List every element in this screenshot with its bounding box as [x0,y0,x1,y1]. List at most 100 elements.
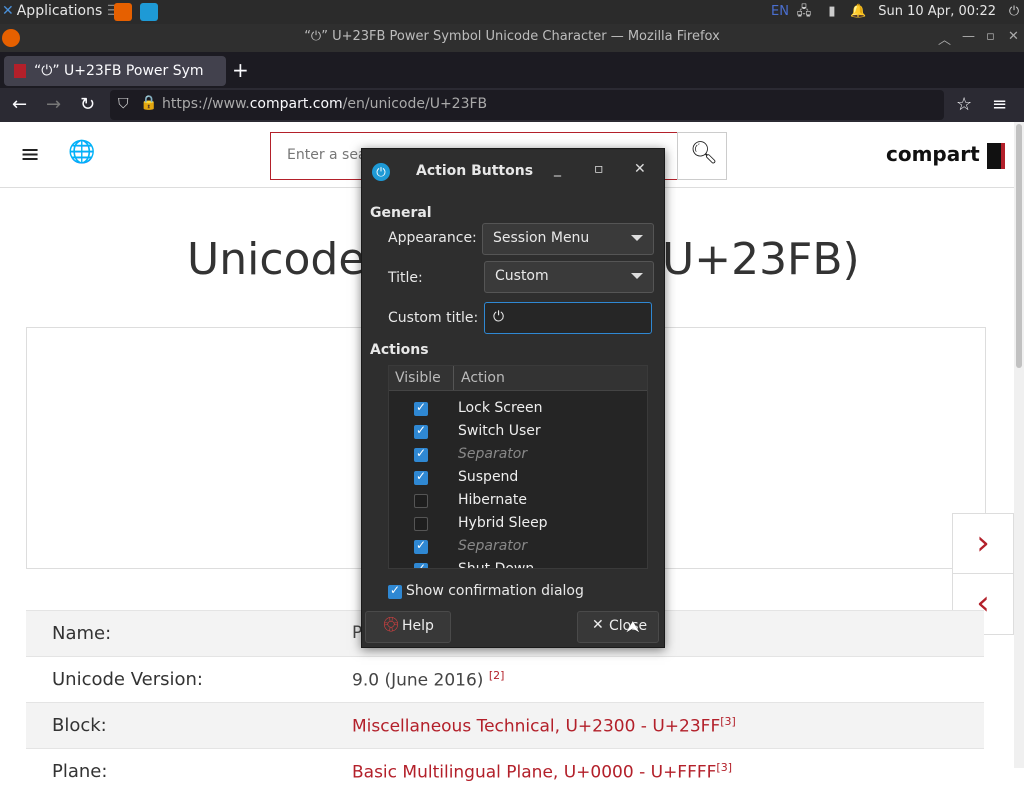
battery-icon[interactable]: ▮ [824,4,840,20]
action-item[interactable]: Hibernate [458,492,527,508]
appearance-label: Appearance: [388,230,477,246]
action-item[interactable]: Separator [458,538,527,554]
info-key: Plane: [52,761,108,782]
action-item[interactable]: Switch User [458,423,541,439]
column-action[interactable]: Action [461,370,505,386]
actions-list[interactable]: Visible Action Lock Screen Switch User Sep… [388,365,648,569]
tab-favicon-icon [14,64,26,78]
column-visible[interactable]: Visible [395,370,441,386]
actions-section-label: Actions [370,342,429,358]
search-icon: 🔍︎ [690,141,718,166]
visible-checkbox[interactable] [414,517,428,531]
info-key: Block: [52,715,107,736]
chevron-down-icon [631,235,643,241]
page-scrollbar-thumb[interactable] [1016,124,1022,368]
network-icon[interactable]: 🖧 [796,4,812,20]
firefox-launcher-icon[interactable] [114,3,132,21]
compart-logo[interactable]: compart [886,142,1005,169]
title-label: Title: [388,270,423,286]
title-value: Custom [495,268,549,284]
action-item[interactable]: Lock Screen [458,400,543,416]
info-key: Name: [52,623,112,644]
info-row: Unicode Version: 9.0 (June 2016) [2] [26,656,984,703]
top-panel: ✕ Applications ☰ EN 🖧 ▮ 🔔 Sun 10 Apr, 00:… [0,0,1024,24]
tab-label: “⏻” U+23FB Power Sym [34,63,204,79]
window-close-icon[interactable]: ✕ [1008,29,1019,44]
visible-checkbox[interactable] [414,494,428,508]
chevron-down-icon [631,273,643,279]
mouse-pointer-icon: ⮝ [626,617,640,636]
page-heading-right: U+23FB) [662,234,860,285]
close-icon: ✕ [592,617,604,633]
window-title: “⏻” U+23FB Power Symbol Unicode Characte… [304,29,720,44]
notification-bell-icon[interactable]: 🔔 [850,4,866,20]
window-minimize-icon[interactable]: — [962,29,975,44]
reload-icon[interactable]: ↻ [80,94,95,115]
header-divider [453,366,454,390]
action-item[interactable]: Separator [458,446,527,462]
new-tab-icon[interactable]: + [232,58,249,82]
app-menu-icon[interactable]: ≡ [992,94,1007,115]
dialog-maximize-icon[interactable]: ▫ [594,161,604,177]
help-button[interactable]: 🛟︎ Help [365,611,451,643]
url-bar[interactable]: ⛉ 🔒 https://www.compart.com/en/unicode/U… [110,90,944,120]
help-label: Help [402,618,434,634]
clock[interactable]: Sun 10 Apr, 00:22 [878,4,996,19]
site-search-button[interactable]: 🔍︎ [677,132,727,180]
custom-title-input[interactable]: ⏻ [484,302,652,334]
close-button[interactable]: ✕ Close [577,611,659,643]
visible-checkbox[interactable] [414,469,428,485]
url-text[interactable]: https://www.compart.com/en/unicode/U+23F… [162,96,487,112]
action-item[interactable]: Hybrid Sleep [458,515,548,531]
power-icon[interactable]: ⏻ [1006,4,1022,20]
power-launcher-icon[interactable] [140,3,158,21]
action-buttons-dialog: ⏻ Action Buttons _ ▫ ✕ General Appearanc… [361,148,665,648]
reference-link[interactable]: [2] [489,669,505,682]
action-item[interactable]: Suspend [458,469,518,485]
custom-title-label: Custom title: [388,310,479,326]
confirmation-checkbox[interactable] [388,583,402,599]
window-maximize-icon[interactable]: ▫ [986,29,995,44]
info-row: Block: Miscellaneous Technical, U+2300 -… [26,702,984,749]
visible-checkbox[interactable] [414,561,428,568]
language-indicator[interactable]: EN [770,4,790,20]
info-row: Plane: Basic Multilingual Plane, U+0000 … [26,748,984,795]
custom-title-value: ⏻ [493,309,505,325]
nav-bar: ← → ↻ ⛉ 🔒 https://www.compart.com/en/uni… [0,88,1024,122]
bookmark-star-icon[interactable]: ☆ [956,94,972,115]
site-search-placeholder: Enter a sea [287,147,367,163]
xfce-logo-icon: ✕ [2,3,14,19]
visible-checkbox[interactable] [414,446,428,462]
info-key: Unicode Version: [52,669,203,690]
general-section-label: General [370,205,432,221]
visible-checkbox[interactable] [414,400,428,416]
visible-checkbox[interactable] [414,423,428,439]
window-titlebar: “⏻” U+23FB Power Symbol Unicode Characte… [0,24,1024,52]
browser-tab[interactable]: “⏻” U+23FB Power Sym [4,56,226,86]
hamburger-menu-icon[interactable]: ≡ [20,140,40,168]
window-shade-icon[interactable]: ︿ [938,29,951,48]
dialog-minimize-icon[interactable]: _ [554,161,561,177]
lock-icon[interactable]: 🔒 [140,95,157,111]
appearance-value: Session Menu [493,230,590,246]
forward-icon[interactable]: → [46,94,61,115]
power-icon: ⏻ [372,163,390,181]
appearance-select[interactable]: Session Menu [482,223,654,255]
applications-label: Applications [16,3,103,19]
reference-link[interactable]: [3] [720,715,736,728]
info-value-link[interactable]: Miscellaneous Technical, U+2300 - U+23FF… [352,715,736,737]
visible-checkbox[interactable] [414,538,428,554]
confirmation-label: Show confirmation dialog [406,583,584,599]
title-select[interactable]: Custom [484,261,654,293]
tab-strip: “⏻” U+23FB Power Sym + [0,52,1024,88]
next-arrow-icon[interactable]: › [952,513,1014,575]
info-value-link[interactable]: Basic Multilingual Plane, U+0000 - U+FFF… [352,761,732,783]
shield-icon[interactable]: ⛉ [118,96,129,112]
globe-icon[interactable]: 🌐 [68,140,95,165]
dialog-close-icon[interactable]: ✕ [634,161,646,177]
dialog-title: Action Buttons [416,163,534,179]
help-icon: 🛟︎ [382,617,400,633]
action-item[interactable]: Shut Down [458,561,534,568]
applications-menu[interactable]: ✕ Applications ☰ [2,3,119,19]
back-icon[interactable]: ← [12,94,27,115]
